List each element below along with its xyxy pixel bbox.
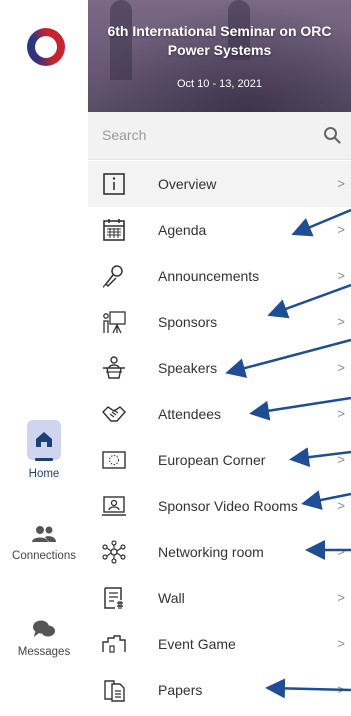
event-title: 6th International Seminar on ORC Power S… [107, 23, 332, 58]
game-icon [102, 635, 126, 653]
microphone-icon [102, 265, 123, 288]
menu-item-agenda[interactable]: Agenda > [88, 207, 351, 253]
search-input[interactable]: Search [102, 127, 146, 143]
app-logo [27, 28, 65, 66]
chevron-right-icon: > [337, 360, 345, 375]
menu-item-overview[interactable]: Overview > [88, 161, 351, 207]
menu-item-event-game[interactable]: Event Game > [88, 621, 351, 667]
menu-item-sponsor-video-rooms[interactable]: Sponsor Video Rooms > [88, 483, 351, 529]
chevron-right-icon: > [337, 176, 345, 191]
rail-label-home: Home [28, 468, 60, 480]
left-rail: Home Connections Messages [0, 0, 88, 716]
presentation-icon [103, 311, 126, 334]
papers-icon [104, 680, 125, 702]
rail-item-home[interactable]: Home [0, 420, 88, 480]
chevron-right-icon: > [337, 544, 345, 559]
eu-flag-icon [102, 451, 126, 469]
handshake-icon [102, 406, 126, 422]
menu-item-attendees[interactable]: Attendees > [88, 391, 351, 437]
chevron-right-icon: > [337, 590, 345, 605]
menu-item-sponsors[interactable]: Sponsors > [88, 299, 351, 345]
event-menu-panel: 6th International Seminar on ORC Power S… [88, 0, 351, 716]
rail-label-messages: Messages [17, 646, 71, 658]
podium-icon [103, 356, 125, 379]
search-icon[interactable] [323, 126, 341, 144]
rail-item-messages[interactable]: Messages [0, 619, 88, 658]
chevron-right-icon: > [337, 452, 345, 467]
search-bar[interactable]: Search [88, 112, 351, 160]
chevron-right-icon: > [337, 406, 345, 421]
chevron-right-icon: > [337, 268, 345, 283]
menu-item-european-corner[interactable]: European Corner > [88, 437, 351, 483]
rail-label-connections: Connections [12, 550, 76, 562]
menu-item-wall[interactable]: Wall > [88, 575, 351, 621]
rail-item-connections[interactable]: Connections [0, 525, 88, 562]
home-icon [27, 420, 61, 461]
chevron-right-icon: > [337, 682, 345, 697]
event-date: Oct 10 - 13, 2021 [177, 78, 262, 90]
people-icon [32, 526, 56, 542]
wall-icon [104, 587, 123, 609]
video-room-icon [102, 496, 126, 516]
chevron-right-icon: > [337, 636, 345, 651]
event-banner: 6th International Seminar on ORC Power S… [88, 0, 351, 112]
menu-item-networking-room[interactable]: Networking room > [88, 529, 351, 575]
info-icon [103, 173, 125, 195]
chat-icon [33, 620, 55, 637]
calendar-icon [103, 219, 125, 241]
menu-item-announcements[interactable]: Announcements > [88, 253, 351, 299]
menu-item-speakers[interactable]: Speakers > [88, 345, 351, 391]
menu-item-papers[interactable]: Papers > [88, 667, 351, 713]
chevron-right-icon: > [337, 498, 345, 513]
chevron-right-icon: > [337, 314, 345, 329]
network-icon [102, 540, 126, 564]
chevron-right-icon: > [337, 222, 345, 237]
